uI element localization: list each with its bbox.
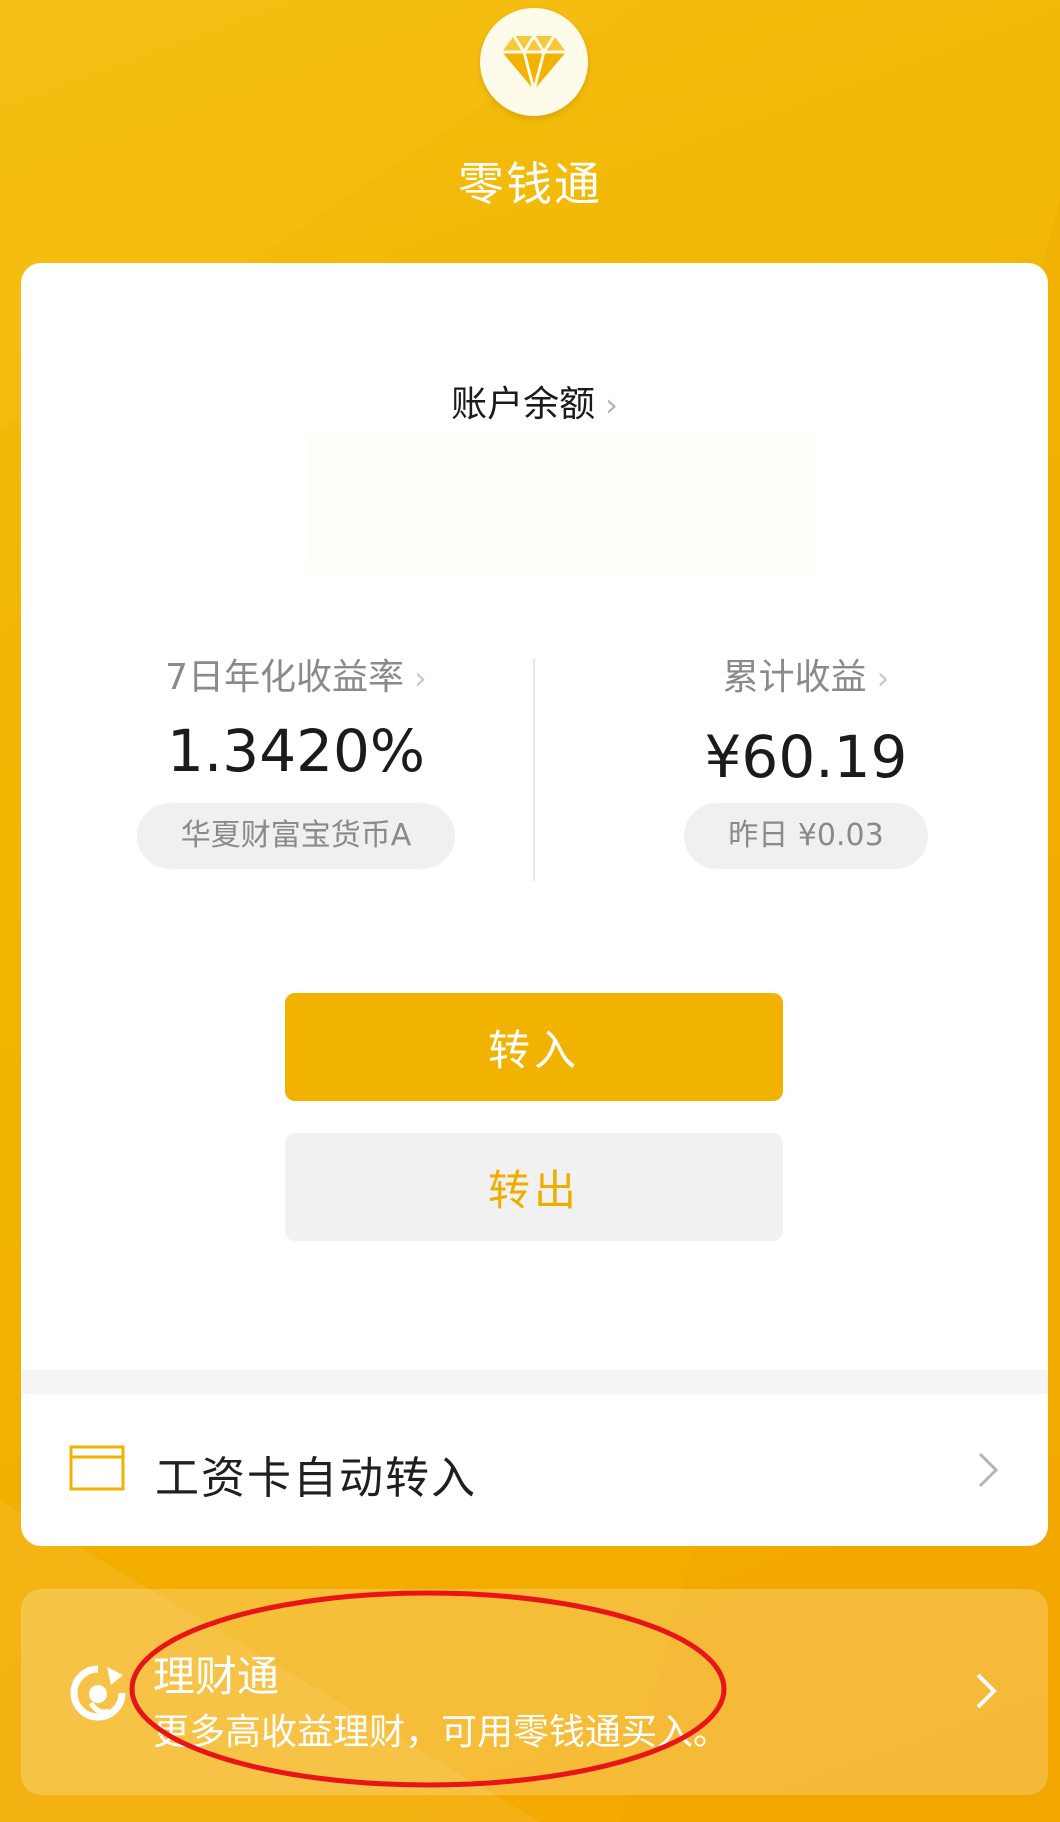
- licaitong-subtitle: 更多高收益理财，可用零钱通买入。: [153, 1712, 730, 1753]
- yesterday-badge: 昨日 ¥0.03: [684, 803, 928, 869]
- salary-auto-transfer-label: 工资卡自动转入: [155, 1453, 477, 1504]
- chevron-right-icon: ›: [876, 659, 890, 697]
- licaitong-banner[interactable]: 理财通 更多高收益理财，可用零钱通买入。: [21, 1589, 1048, 1795]
- chevron-right-icon: ›: [414, 659, 427, 697]
- licaitong-title: 理财通: [153, 1652, 280, 1701]
- earnings-label: 累计收益: [722, 657, 867, 698]
- page-title: 零钱通: [458, 157, 602, 211]
- licaitong-icon: [70, 1665, 126, 1721]
- divider: [533, 659, 535, 881]
- salary-auto-transfer-row[interactable]: 工资卡自动转入: [21, 1394, 1048, 1546]
- account-card: 账户余额 › 7日年化收益率 › 1.3420% 华夏财富宝货币A 累计收益 › ¥6…: [21, 263, 1048, 1546]
- chevron-right-icon: ›: [605, 386, 618, 424]
- yield-value: 1.3420%: [166, 717, 426, 785]
- yield-label: 7日年化收益率: [165, 657, 405, 698]
- earnings-stat[interactable]: 累计收益 › ¥60.19 昨日 ¥0.03: [621, 653, 991, 869]
- chevron-right-icon: [976, 1673, 997, 1709]
- app-logo: [480, 8, 588, 116]
- transfer-out-button[interactable]: 转出: [285, 1133, 783, 1241]
- section-divider: [21, 1370, 1048, 1394]
- balance-amount-hidden: [309, 433, 817, 573]
- yield-stat[interactable]: 7日年化收益率 › 1.3420% 华夏财富宝货币A: [111, 653, 481, 869]
- diamond-icon: [502, 33, 566, 92]
- fund-badge: 华夏财富宝货币A: [136, 803, 456, 869]
- earnings-value: ¥60.19: [704, 723, 908, 791]
- chevron-right-icon: [978, 1452, 999, 1488]
- card-icon: [69, 1445, 125, 1491]
- balance-label: 账户余额: [451, 384, 596, 425]
- transfer-in-button[interactable]: 转入: [285, 993, 783, 1101]
- balance-link[interactable]: 账户余额 ›: [21, 375, 1048, 427]
